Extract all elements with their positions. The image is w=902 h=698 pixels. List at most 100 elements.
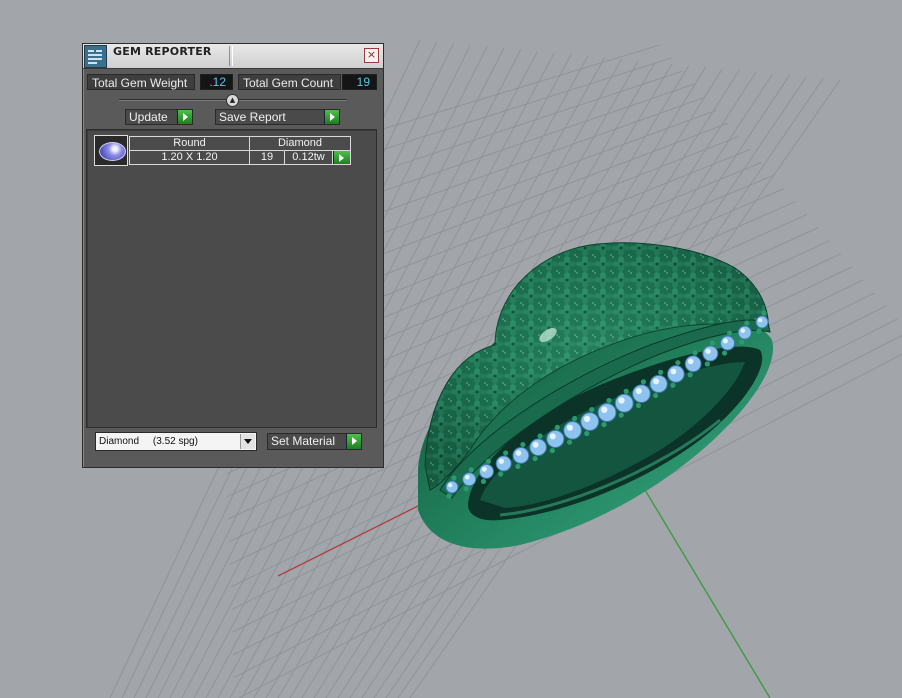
channel-gem [632, 384, 651, 404]
gem-highlight [549, 433, 556, 440]
prong-bead [640, 379, 647, 385]
gem-size-cell: 1.20 X 1.20 [129, 150, 250, 165]
gem-highlight [635, 387, 642, 395]
close-icon[interactable]: × [364, 48, 379, 63]
gem-highlight [758, 318, 763, 323]
panel-title: GEM REPORTER [113, 45, 212, 58]
prong-bead [571, 415, 578, 422]
gem-highlight [618, 397, 625, 404]
prong-bead [532, 455, 538, 462]
prong-bead [658, 369, 664, 375]
gem-highlight [705, 348, 711, 354]
set-material-button-label: Set Material [271, 434, 336, 448]
go-arrow-icon [346, 434, 361, 449]
gem-list[interactable]: Round Diamond 1.20 X 1.20 19 0.12tw [86, 129, 377, 428]
update-button[interactable]: Update [125, 109, 193, 125]
prong-bead [468, 467, 474, 473]
ring-model [418, 242, 774, 549]
prong-bead [687, 372, 693, 378]
channel-gem [597, 403, 617, 422]
gem-thumbnail-icon[interactable] [94, 135, 128, 166]
prong-bead [498, 471, 504, 477]
gem-count-cell: 19 [249, 150, 285, 165]
prong-bead [601, 421, 607, 428]
material-select-value: Diamond (3.52 spg) [99, 436, 198, 447]
prong-bead [549, 447, 555, 454]
prong-bead [623, 388, 629, 394]
prong-bead [463, 486, 469, 492]
gem-highlight [601, 406, 608, 413]
prong-bead [692, 350, 698, 356]
dropdown-arrow-icon[interactable] [240, 434, 255, 449]
gem-weight-cell: 0.12tw [284, 150, 333, 165]
channel-gem [512, 447, 530, 464]
prong-bead [704, 361, 710, 367]
gem-reporter-panel: GEM REPORTER × Total Gem Weight .12 Tota… [82, 43, 384, 468]
prong-bead [709, 340, 715, 346]
prong-bead [606, 397, 612, 404]
prong-bead [503, 450, 509, 456]
prong-bead [520, 441, 526, 448]
prong-bead [618, 412, 624, 418]
gem-highlight [498, 458, 505, 464]
prong-bead [589, 406, 595, 413]
gem-highlight [515, 450, 522, 456]
total-gem-count-value: 19 [342, 74, 377, 90]
total-gem-count-label: Total Gem Count [238, 74, 341, 90]
prong-bead [721, 350, 728, 356]
title-divider [229, 46, 233, 66]
prong-bead [653, 392, 659, 399]
update-button-label: Update [129, 110, 168, 124]
channel-gem [614, 393, 634, 413]
channel-gem [546, 429, 565, 449]
channel-gem [462, 472, 477, 487]
gem-highlight [583, 415, 591, 422]
total-gem-weight-label: Total Gem Weight [87, 74, 195, 90]
gem-highlight [687, 358, 694, 365]
gem-row-go-button[interactable] [333, 150, 351, 165]
save-report-button-label: Save Report [219, 110, 286, 124]
gem-material-cell: Diamond [249, 136, 351, 151]
prong-bead [480, 478, 487, 485]
channel-gem [495, 455, 512, 472]
channel-gem [667, 365, 685, 383]
slider-knob-icon[interactable]: ▲ [226, 94, 239, 107]
prong-bead [446, 493, 452, 499]
prong-bead [635, 402, 642, 409]
channel-gem [755, 315, 769, 329]
gem-highlight [464, 474, 470, 480]
set-material-button[interactable]: Set Material [267, 433, 362, 450]
go-arrow-icon [324, 110, 339, 124]
total-gem-weight-value: .12 [200, 74, 233, 90]
gem-highlight [566, 424, 573, 431]
go-arrow-icon [333, 151, 350, 164]
channel-gem [478, 463, 494, 479]
channel-gem [649, 374, 668, 394]
channel-gem [737, 325, 752, 340]
channel-gem [580, 412, 600, 431]
gem-highlight [481, 466, 487, 472]
gem-highlight [722, 338, 728, 344]
prong-bead [537, 433, 543, 439]
channel-gem [445, 480, 459, 494]
gem-shape-cell: Round [129, 136, 250, 151]
gem-reporter-app-icon [84, 45, 107, 68]
prong-bead [554, 424, 560, 430]
channel-gem [684, 355, 702, 373]
prong-bead [739, 339, 745, 345]
channel-gem [529, 438, 547, 457]
channel-gem [563, 421, 582, 440]
gem-highlight [653, 378, 660, 385]
prong-bead [756, 328, 762, 334]
gem-highlight [740, 328, 746, 333]
gem-highlight [532, 441, 539, 448]
channel-gem [720, 335, 736, 351]
prong-bead [744, 320, 750, 326]
prong-bead [670, 382, 676, 388]
panel-titlebar[interactable]: GEM REPORTER × [83, 44, 383, 69]
save-report-button[interactable]: Save Report [215, 109, 340, 125]
prong-bead [761, 310, 767, 316]
round-gem-icon [99, 142, 126, 161]
prong-bead [726, 330, 733, 336]
material-select[interactable]: Diamond (3.52 spg) [95, 432, 257, 451]
